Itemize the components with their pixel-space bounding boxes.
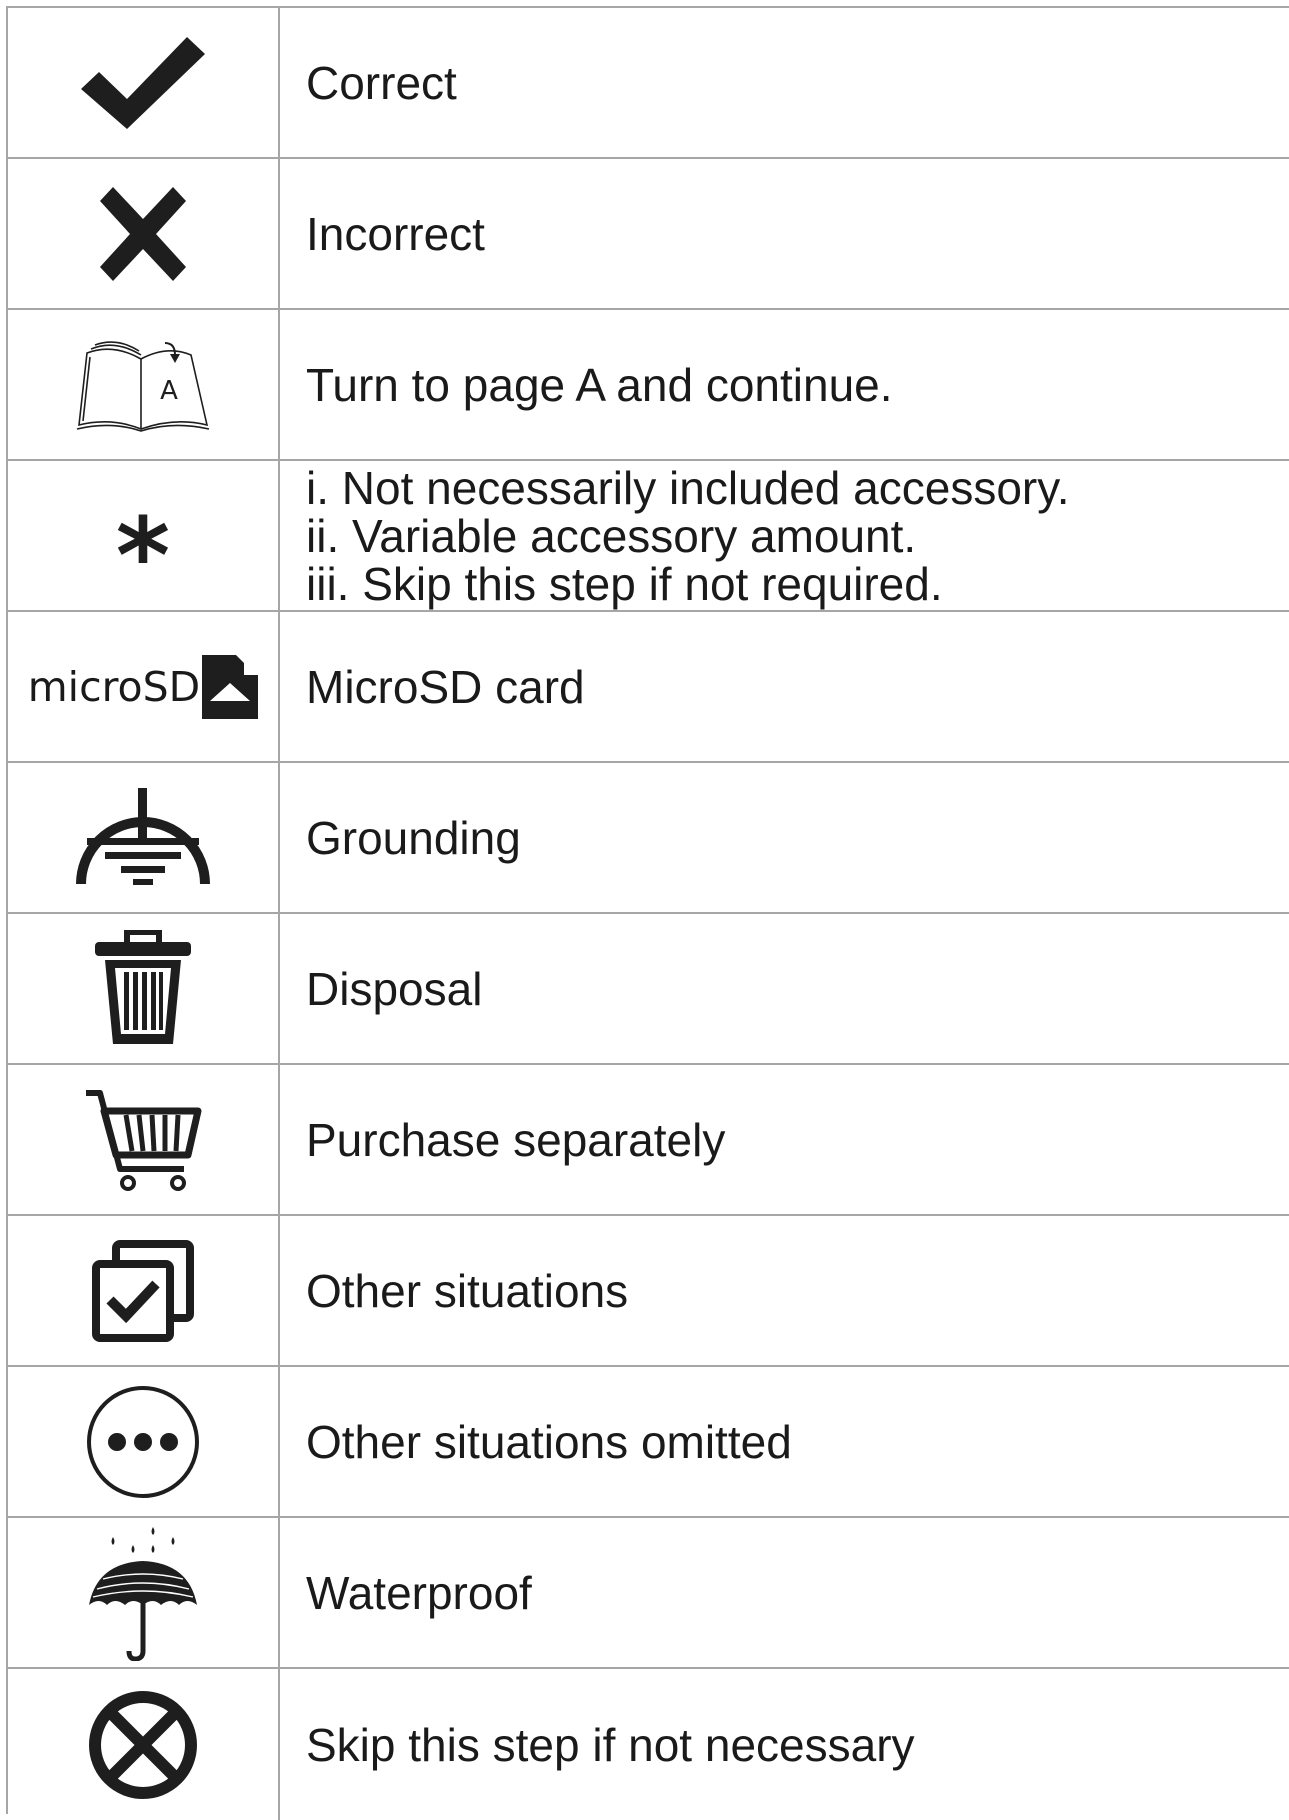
asterisk-icon: * — [115, 494, 171, 617]
umbrella-rain-icon — [89, 1526, 197, 1661]
legend-label: Skip this step if not necessary — [306, 1718, 915, 1771]
icon-cell — [8, 1669, 280, 1820]
symbol-legend-table: Correct Incorrect A Turn to page A and c… — [6, 6, 1289, 1820]
icon-cell — [8, 1065, 280, 1214]
shopping-cart-icon — [86, 1089, 202, 1191]
icon-cell: microSD — [8, 612, 280, 761]
legend-label: Incorrect — [306, 207, 485, 260]
legend-label: Other situations omitted — [306, 1415, 792, 1468]
legend-label: Waterproof — [306, 1566, 532, 1619]
legend-label: MicroSD card — [306, 660, 585, 713]
legend-label: Purchase separately — [306, 1113, 726, 1166]
legend-label: Turn to page A and continue. — [306, 358, 893, 411]
legend-row-waterproof: Waterproof — [8, 1518, 1289, 1669]
legend-label-lines: i. Not necessarily included accessory. i… — [306, 464, 1070, 608]
icon-cell: * — [8, 461, 280, 610]
legend-row-omitted: Other situations omitted — [8, 1367, 1289, 1518]
legend-row-microsd: microSD MicroSD card — [8, 612, 1289, 763]
legend-row-other-situations: Other situations — [8, 1216, 1289, 1367]
legend-row-skip: Skip this step if not necessary — [8, 1669, 1289, 1820]
legend-label: Correct — [306, 56, 457, 109]
icon-cell — [8, 763, 280, 912]
skip-circle-icon — [89, 1690, 197, 1799]
legend-row-correct: Correct — [8, 8, 1289, 159]
open-book-icon: A — [76, 340, 210, 432]
icon-cell — [8, 1367, 280, 1516]
legend-row-asterisk: * i. Not necessarily included accessory.… — [8, 461, 1289, 612]
legend-line: ii. Variable accessory amount. — [306, 509, 917, 562]
icon-cell — [8, 1216, 280, 1365]
raindrops-icon — [111, 1526, 175, 1553]
icon-cell — [8, 914, 280, 1063]
sd-card-icon — [202, 654, 259, 719]
legend-label: Other situations — [306, 1264, 629, 1317]
trash-can-icon — [95, 929, 191, 1044]
microsd-icon: microSD — [27, 654, 259, 719]
legend-row-grounding: Grounding — [8, 763, 1289, 914]
legend-label: i. Not necessarily included accessory. i… — [280, 461, 1289, 610]
grounding-icon — [76, 787, 210, 885]
microsd-logo-text: microSD — [27, 662, 201, 711]
legend-label: Grounding — [306, 811, 521, 864]
icon-cell: A — [8, 310, 280, 459]
legend-label: Disposal — [306, 962, 483, 1015]
legend-line: iii. Skip this step if not required. — [306, 557, 943, 610]
page-arrow-icon — [164, 341, 176, 355]
book-page-letter: A — [160, 376, 178, 406]
icon-cell — [8, 8, 280, 157]
legend-row-purchase: Purchase separately — [8, 1065, 1289, 1216]
cross-icon — [100, 186, 186, 281]
icon-cell — [8, 159, 280, 308]
icon-cell — [8, 1518, 280, 1667]
legend-row-incorrect: Incorrect — [8, 159, 1289, 310]
checked-boxes-icon — [92, 1239, 194, 1342]
checkmark-icon — [81, 36, 205, 129]
legend-row-disposal: Disposal — [8, 914, 1289, 1065]
ellipsis-circle-icon — [87, 1385, 199, 1498]
legend-line: i. Not necessarily included accessory. — [306, 461, 1070, 514]
legend-row-turn-page: A Turn to page A and continue. — [8, 310, 1289, 461]
